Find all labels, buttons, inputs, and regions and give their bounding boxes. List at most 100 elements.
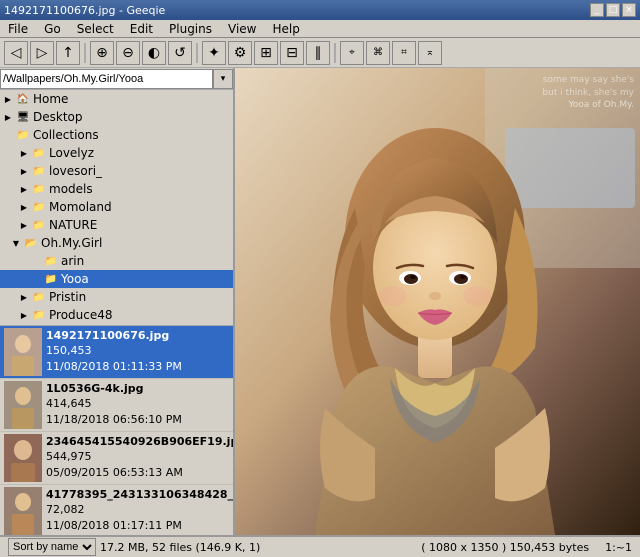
sidebar-item-collections[interactable]: ▶ 📁 Collections xyxy=(0,126,233,144)
desktop-label: Desktop xyxy=(33,110,83,124)
file-info-1: 1492171100676.jpg 150,453 11/08/2018 01:… xyxy=(46,328,229,374)
preview-image xyxy=(235,68,640,535)
folder-icon: 📁 xyxy=(32,182,46,196)
tool-zoom-out[interactable]: ⊖ xyxy=(116,41,140,65)
folder-icon: 📁 xyxy=(44,272,58,286)
file-date-1: 11/08/2018 01:11:33 PM xyxy=(46,359,229,374)
status-left: Sort by name Sort by date Sort by size 1… xyxy=(8,538,260,556)
maximize-button[interactable]: □ xyxy=(606,3,620,17)
tool-zoom-in[interactable]: ⊕ xyxy=(90,41,114,65)
label-yooa: Yooa xyxy=(61,272,89,286)
tool-extra1[interactable]: ⌖ xyxy=(340,41,364,65)
tool-extra2[interactable]: ⌘ xyxy=(366,41,390,65)
path-input[interactable] xyxy=(0,69,213,89)
sidebar-item-home[interactable]: ▶ 🏠 Home xyxy=(0,90,233,108)
tool-rotate[interactable]: ↺ xyxy=(168,41,192,65)
folder-icon: 📁 xyxy=(32,290,46,304)
menu-help[interactable]: Help xyxy=(268,22,303,36)
file-thumb-4 xyxy=(4,487,42,535)
tree-item-lovelyz[interactable]: ▶ 📁 Lovelyz xyxy=(0,144,233,162)
tree-item-nature[interactable]: ▶ 📁 NATURE xyxy=(0,216,233,234)
image-preview: some may say she's but i think, she's my… xyxy=(235,68,640,535)
file-item-1[interactable]: 1492171100676.jpg 150,453 11/08/2018 01:… xyxy=(0,326,233,379)
tool-list[interactable]: ⊟ xyxy=(280,41,304,65)
menu-select[interactable]: Select xyxy=(73,22,118,36)
status-center: ( 1080 x 1350 ) 150,453 bytes 1:~1 xyxy=(421,541,632,554)
file-info-3: 234645415540926B906EF19.jpg 544,975 05/0… xyxy=(46,434,233,480)
label-produce48: Produce48 xyxy=(49,308,113,322)
label-ohmygirl: Oh.My.Girl xyxy=(41,236,102,250)
file-item-4[interactable]: 41778395_243133106348428_2913174 72,082 … xyxy=(0,485,233,535)
menu-file[interactable]: File xyxy=(4,22,32,36)
tree-item-pristin[interactable]: ▶ 📁 Pristin xyxy=(0,288,233,306)
folder-icon: 📁 xyxy=(32,200,46,214)
tree-item-models[interactable]: ▶ 📁 models xyxy=(0,180,233,198)
tool-prev[interactable]: ◁ xyxy=(4,41,28,65)
arrow-home: ▶ xyxy=(2,93,14,105)
menu-plugins[interactable]: Plugins xyxy=(165,22,216,36)
tree-item-ohmygirl[interactable]: ▼ 📂 Oh.My.Girl xyxy=(0,234,233,252)
arrow-produce48: ▶ xyxy=(18,309,30,321)
file-item-2[interactable]: 1L0536G-4k.jpg 414,645 11/18/2018 06:56:… xyxy=(0,379,233,432)
sort-dropdown[interactable]: Sort by name Sort by date Sort by size xyxy=(8,538,96,556)
label-arin: arin xyxy=(61,254,84,268)
file-date-2: 11/18/2018 06:56:10 PM xyxy=(46,412,229,427)
folder-open-icon: 📂 xyxy=(24,236,38,250)
file-thumb-2 xyxy=(4,381,42,429)
file-name-4: 41778395_243133106348428_2913174 xyxy=(46,487,233,502)
tool-extra3[interactable]: ⌗ xyxy=(392,41,416,65)
menu-view[interactable]: View xyxy=(224,22,260,36)
close-button[interactable]: × xyxy=(622,3,636,17)
tree-item-yooa[interactable]: ▶ 📁 Yooa xyxy=(0,270,233,288)
tool-next[interactable]: ▷ xyxy=(30,41,54,65)
folder-tree[interactable]: ▶ 🏠 Home ▶ 🖥 Desktop ▶ 📁 Collections ▶ 📁… xyxy=(0,90,233,325)
file-size-3: 544,975 xyxy=(46,449,233,464)
status-bar: Sort by name Sort by date Sort by size 1… xyxy=(0,535,640,557)
folder-icon: 📁 xyxy=(32,308,46,322)
home-icon: 🏠 xyxy=(16,92,30,106)
file-date-3: 05/09/2015 06:53:13 AM xyxy=(46,465,233,480)
file-size-1: 150,453 xyxy=(46,343,229,358)
tree-item-arin[interactable]: ▶ 📁 arin xyxy=(0,252,233,270)
zoom-level: 1:~1 xyxy=(605,541,632,554)
minimize-button[interactable]: _ xyxy=(590,3,604,17)
toolbar-separator-2 xyxy=(196,43,198,63)
tree-item-momoland[interactable]: ▶ 📁 Momoland xyxy=(0,198,233,216)
tool-panel[interactable]: ∥ xyxy=(306,41,330,65)
file-item-3[interactable]: 234645415540926B906EF19.jpg 544,975 05/0… xyxy=(0,432,233,485)
main-content: ▾ ▶ 🏠 Home ▶ 🖥 Desktop ▶ 📁 Collections xyxy=(0,68,640,535)
file-list[interactable]: 1492171100676.jpg 150,453 11/08/2018 01:… xyxy=(0,325,233,535)
label-models: models xyxy=(49,182,93,196)
tool-star[interactable]: ✦ xyxy=(202,41,226,65)
window-controls[interactable]: _ □ × xyxy=(590,3,636,17)
overlay-line-2: but i think, she's my xyxy=(542,87,634,100)
arrow-ohmygirl: ▼ xyxy=(10,237,22,249)
tool-grid[interactable]: ⊞ xyxy=(254,41,278,65)
tree-item-lovesori[interactable]: ▶ 📁 lovesori_ xyxy=(0,162,233,180)
tool-fit[interactable]: ◐ xyxy=(142,41,166,65)
arrow-models: ▶ xyxy=(18,183,30,195)
file-info-4: 41778395_243133106348428_2913174 72,082 … xyxy=(46,487,233,533)
file-name-2: 1L0536G-4k.jpg xyxy=(46,381,229,396)
file-info-2: 1L0536G-4k.jpg 414,645 11/18/2018 06:56:… xyxy=(46,381,229,427)
tool-up[interactable]: ↑ xyxy=(56,41,80,65)
tree-item-produce48[interactable]: ▶ 📁 Produce48 xyxy=(0,306,233,324)
arrow-nature: ▶ xyxy=(18,219,30,231)
file-size-2: 414,645 xyxy=(46,396,229,411)
sidebar-item-desktop[interactable]: ▶ 🖥 Desktop xyxy=(0,108,233,126)
arrow-momoland: ▶ xyxy=(18,201,30,213)
tool-settings[interactable]: ⚙ xyxy=(228,41,252,65)
menu-go[interactable]: Go xyxy=(40,22,65,36)
menu-bar: File Go Select Edit Plugins View Help xyxy=(0,20,640,38)
path-dropdown-button[interactable]: ▾ xyxy=(213,69,233,89)
menu-edit[interactable]: Edit xyxy=(126,22,157,36)
file-thumb-1 xyxy=(4,328,42,376)
label-nature: NATURE xyxy=(49,218,97,232)
arrow-lovesori: ▶ xyxy=(18,165,30,177)
folder-icon: 📁 xyxy=(44,254,58,268)
folder-icon: 📁 xyxy=(32,218,46,232)
file-size-4: 72,082 xyxy=(46,502,233,517)
label-lovesori: lovesori_ xyxy=(49,164,102,178)
tool-extra4[interactable]: ⌅ xyxy=(418,41,442,65)
desktop-icon: 🖥 xyxy=(16,110,30,124)
